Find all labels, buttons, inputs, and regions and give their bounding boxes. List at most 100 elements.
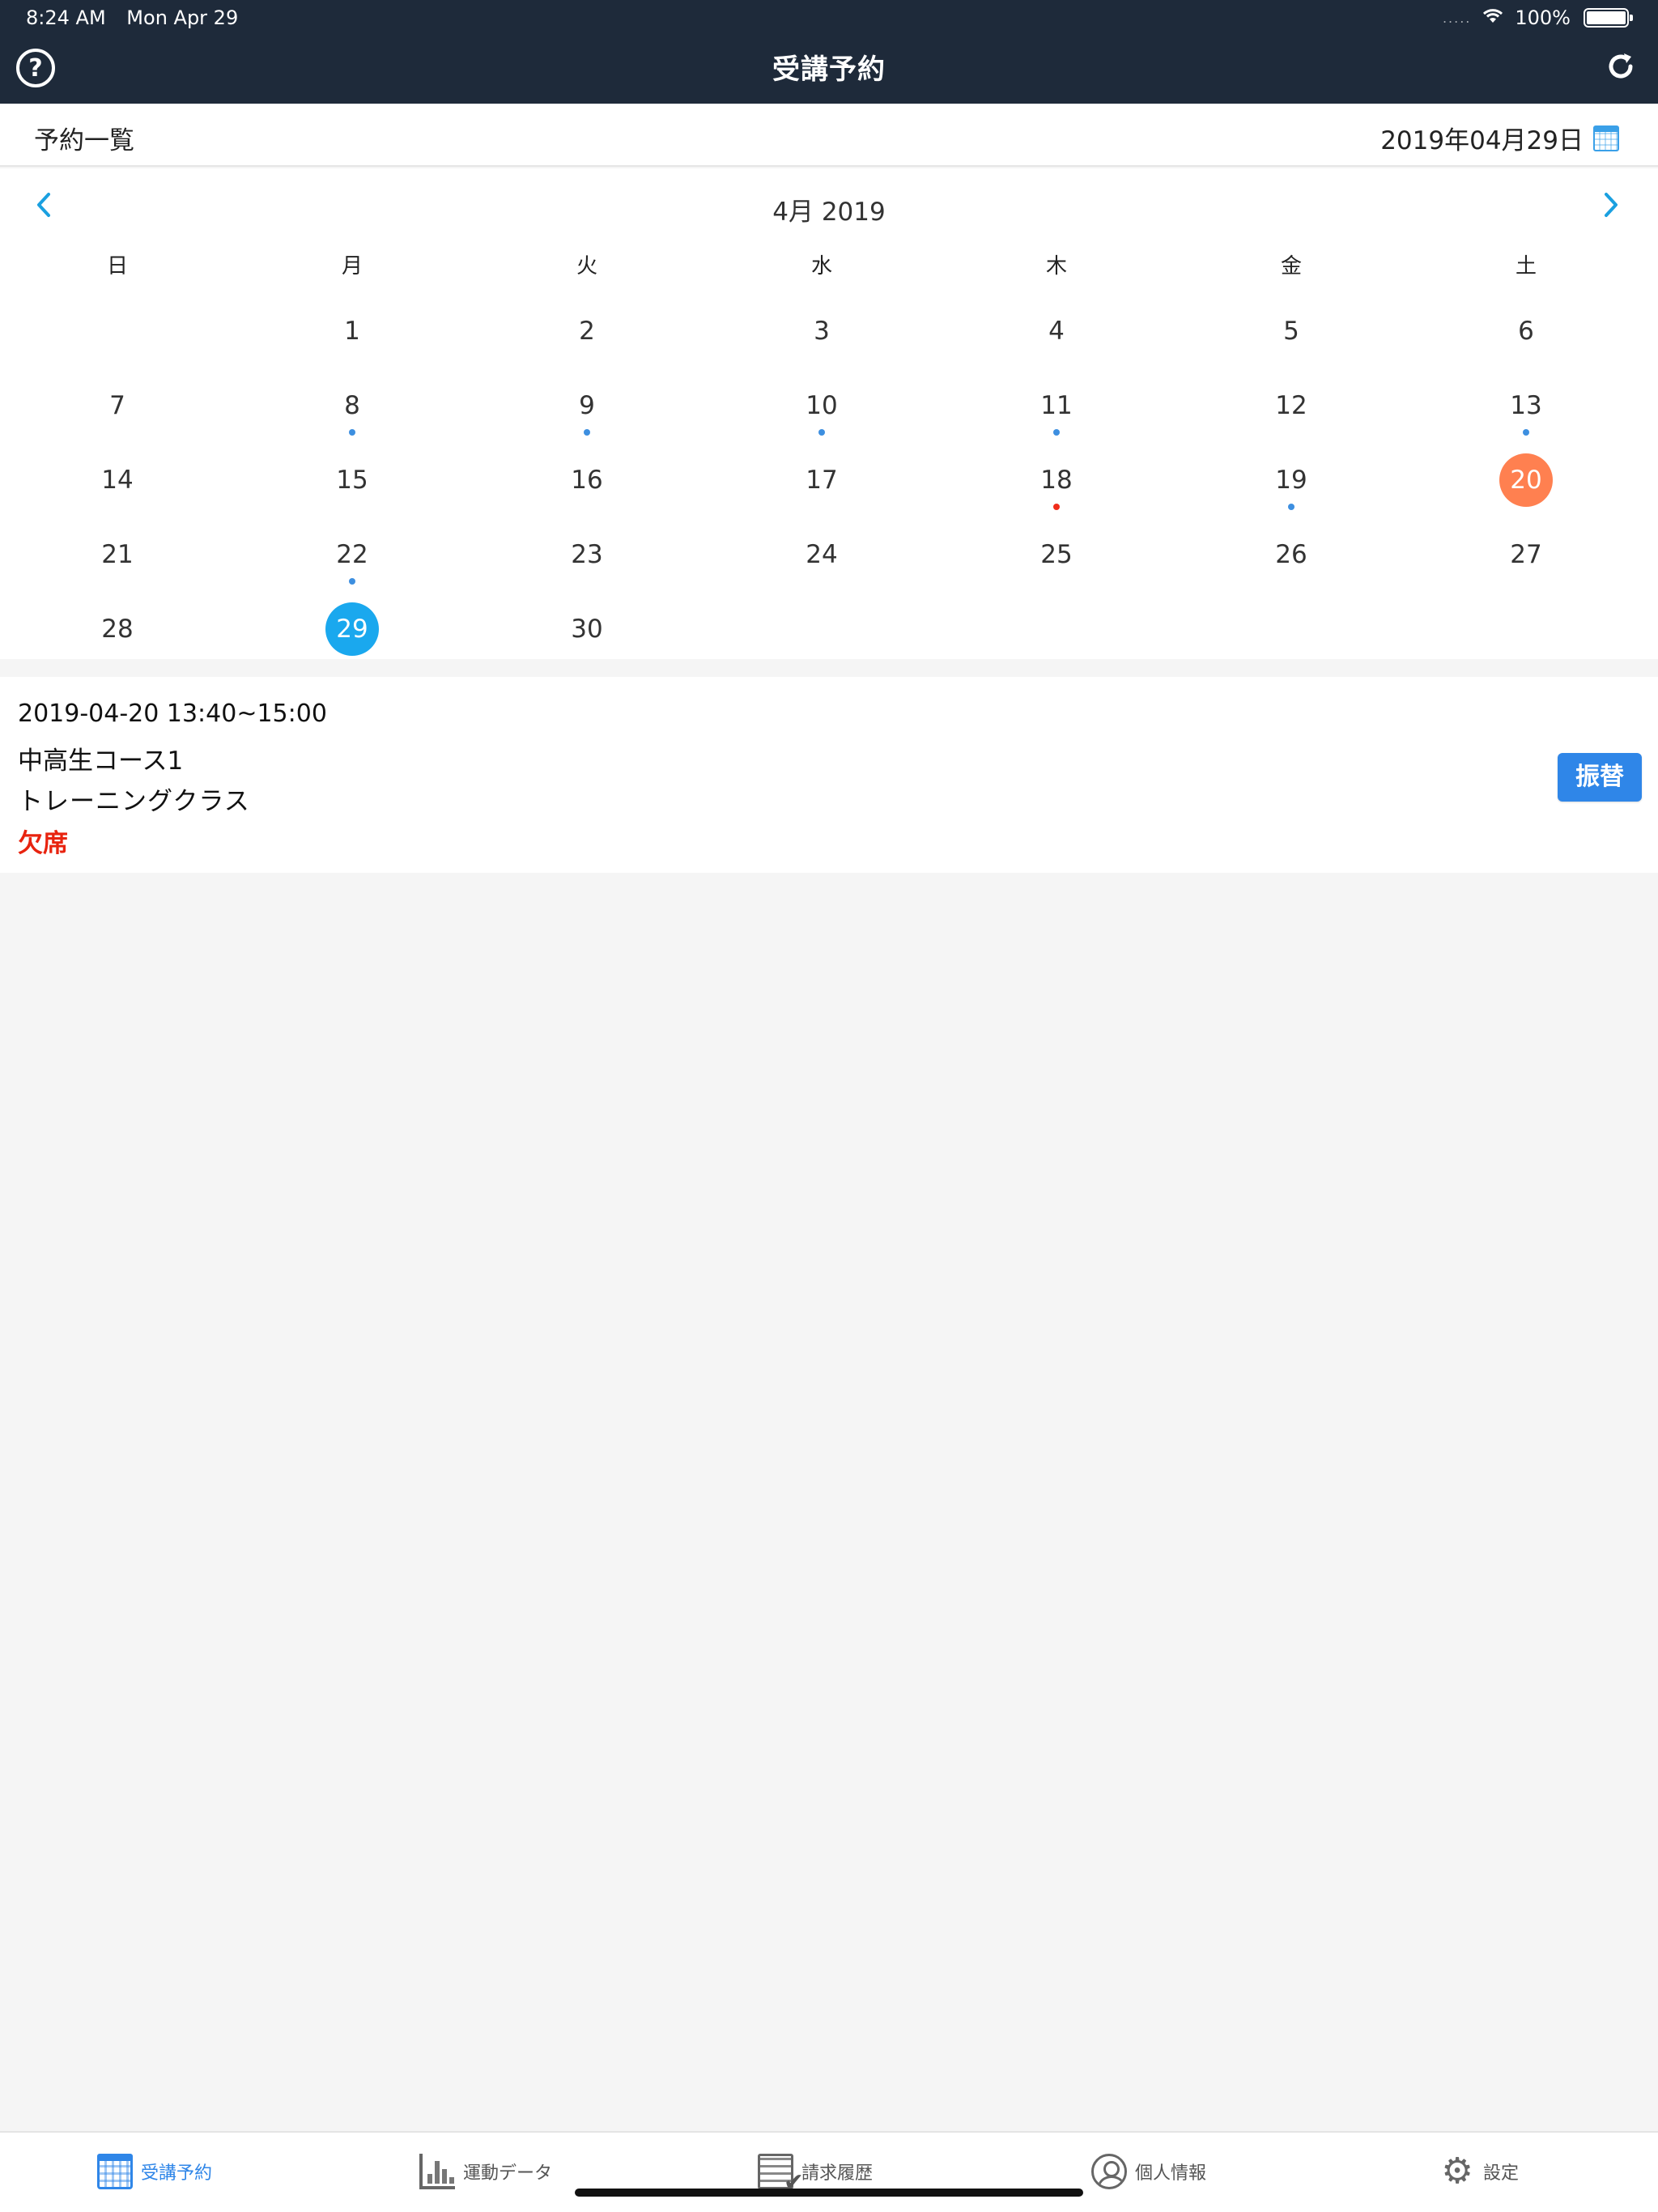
calendar-blank-day xyxy=(0,298,235,372)
reservation-dot xyxy=(349,578,355,585)
calendar-icon[interactable] xyxy=(1593,125,1619,151)
reservation-list-title: 予約一覧 xyxy=(34,126,134,155)
calendar-day-number: 3 xyxy=(814,317,830,346)
reservation-dot xyxy=(1288,504,1295,510)
calendar-day[interactable]: 8 xyxy=(235,372,470,447)
tab-exercise-data[interactable]: 運動データ xyxy=(419,2154,552,2189)
calendar-day[interactable]: 28 xyxy=(0,596,235,670)
calendar-month-label: 4月 2019 xyxy=(772,198,886,227)
top-bar: 8:24 AM Mon Apr 29 ..... 100% ? 受講予約 xyxy=(0,0,1658,104)
signal-dots: ..... xyxy=(1442,10,1472,26)
reservation-datetime: 2019-04-20 13:40~15:00 xyxy=(18,700,327,728)
calendar-day-number: 20 xyxy=(1499,453,1553,507)
calendar-day[interactable]: 13 xyxy=(1409,372,1643,447)
calendar-day[interactable]: 3 xyxy=(704,298,939,372)
calendar-day[interactable]: 11 xyxy=(939,372,1174,447)
calendar-day-number: 2 xyxy=(579,317,595,346)
calendar-day[interactable]: 29 xyxy=(235,596,470,670)
calendar-day-number: 14 xyxy=(101,466,134,495)
calendar-day-number: 29 xyxy=(325,602,379,656)
calendar-day-number: 27 xyxy=(1510,540,1542,569)
tab-label: 個人情報 xyxy=(1135,2163,1207,2184)
reservation-item[interactable]: 2019-04-20 13:40~15:00 中高生コース1 トレーニングクラス… xyxy=(0,677,1658,873)
status-right: ..... 100% xyxy=(1442,6,1633,29)
calendar-day[interactable]: 6 xyxy=(1409,298,1643,372)
tab-bar: 受講予約 運動データ 請求履歴 個人情報 ⚙ 設定 xyxy=(0,2131,1658,2212)
selected-date: 2019年04月29日 xyxy=(1380,126,1584,155)
calendar-day-number: 21 xyxy=(101,540,134,569)
status-date: Mon Apr 29 xyxy=(126,6,239,29)
calendar-day-number: 13 xyxy=(1510,391,1542,420)
calendar-day[interactable]: 7 xyxy=(0,372,235,447)
calendar-day[interactable]: 5 xyxy=(1174,298,1409,372)
date-picker[interactable]: 2019年04月29日 xyxy=(1380,120,1619,156)
battery-percent: 100% xyxy=(1515,6,1571,29)
calendar-day[interactable]: 9 xyxy=(470,372,704,447)
calendar-day[interactable]: 26 xyxy=(1174,521,1409,596)
calendar-day-number: 7 xyxy=(109,391,125,420)
home-indicator xyxy=(575,2189,1083,2197)
calendar-day[interactable]: 30 xyxy=(470,596,704,670)
tab-reservation[interactable]: 受講予約 xyxy=(97,2154,212,2189)
status-time: 8:24 AM xyxy=(26,6,106,29)
calendar-day[interactable]: 19 xyxy=(1174,447,1409,521)
reservation-dot xyxy=(818,429,825,436)
calendar-day[interactable]: 24 xyxy=(704,521,939,596)
calendar-day[interactable]: 18 xyxy=(939,447,1174,521)
gear-icon: ⚙ xyxy=(1441,2150,1473,2192)
calendar-day-number: 23 xyxy=(571,540,603,569)
wifi-icon xyxy=(1481,6,1505,29)
calendar-day[interactable]: 16 xyxy=(470,447,704,521)
calendar-days-grid: 1 2 3 4 5 6 7 8 9 10 11 12 13 14 15 16 17 18 19 20 21 22 23 24 2… xyxy=(0,298,1658,670)
tab-settings[interactable]: ⚙ 設定 xyxy=(1439,2154,1519,2189)
bar-chart-icon xyxy=(419,2154,455,2189)
calendar-day[interactable]: 22 xyxy=(235,521,470,596)
reservation-dot xyxy=(584,429,590,436)
refresh-icon[interactable] xyxy=(1603,50,1639,86)
calendar-day-number: 4 xyxy=(1048,317,1065,346)
calendar-day-number: 8 xyxy=(344,391,360,420)
calendar-day[interactable]: 14 xyxy=(0,447,235,521)
status-left: 8:24 AM Mon Apr 29 xyxy=(26,6,253,29)
calendar-day-number: 28 xyxy=(101,615,134,644)
calendar-day[interactable]: 4 xyxy=(939,298,1174,372)
calendar-day-number: 12 xyxy=(1275,391,1307,420)
person-icon xyxy=(1091,2154,1127,2189)
weekday-mon: 月 xyxy=(341,254,363,279)
next-month-button[interactable] xyxy=(1601,188,1621,225)
calendar-day-number: 22 xyxy=(336,540,368,569)
weekday-fri: 金 xyxy=(1280,254,1302,279)
tab-label: 請求履歴 xyxy=(801,2163,874,2184)
tab-billing-history[interactable]: 請求履歴 xyxy=(758,2154,874,2197)
calendar-day[interactable]: 10 xyxy=(704,372,939,447)
calendar-weekdays: 日 月 火 水 木 金 土 xyxy=(0,249,1658,279)
calendar-day[interactable]: 21 xyxy=(0,521,235,596)
weekday-wed: 水 xyxy=(810,254,832,279)
calendar-day[interactable]: 27 xyxy=(1409,521,1643,596)
calendar-day[interactable]: 15 xyxy=(235,447,470,521)
calendar-day[interactable]: 12 xyxy=(1174,372,1409,447)
calendar-day[interactable]: 20 xyxy=(1409,447,1643,521)
tab-personal-info[interactable]: 個人情報 xyxy=(1091,2154,1206,2189)
calendar-icon xyxy=(97,2154,133,2189)
weekday-sat: 土 xyxy=(1515,254,1537,279)
calendar-day[interactable]: 23 xyxy=(470,521,704,596)
transfer-button[interactable]: 振替 xyxy=(1558,753,1642,802)
calendar-day[interactable]: 17 xyxy=(704,447,939,521)
absence-dot xyxy=(1053,504,1060,510)
calendar-day-number: 25 xyxy=(1040,540,1073,569)
calendar-day-number: 17 xyxy=(806,466,838,495)
reservation-dot xyxy=(1523,429,1529,436)
battery-icon xyxy=(1584,8,1633,28)
reservation-dot xyxy=(349,429,355,436)
calendar-day-number: 5 xyxy=(1283,317,1299,346)
calendar-day-number: 24 xyxy=(806,540,838,569)
reservation-dot xyxy=(1053,429,1060,436)
calendar-day[interactable]: 2 xyxy=(470,298,704,372)
calendar-day[interactable]: 25 xyxy=(939,521,1174,596)
status-bar: 8:24 AM Mon Apr 29 ..... 100% xyxy=(0,0,1658,37)
calendar-day[interactable]: 1 xyxy=(235,298,470,372)
calendar-day-number: 10 xyxy=(806,391,838,420)
invoice-check-icon xyxy=(758,2154,804,2197)
weekday-sun: 日 xyxy=(106,254,128,279)
